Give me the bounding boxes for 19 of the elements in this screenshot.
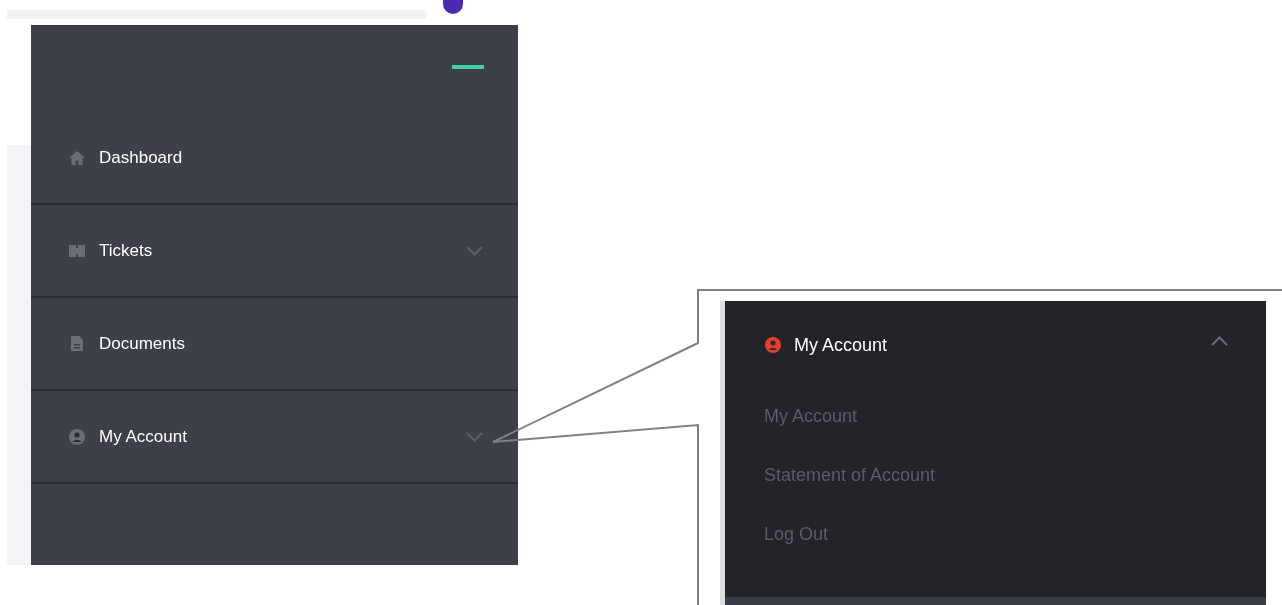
sidebar-item-label: Documents: [99, 332, 186, 355]
sidebar-item[interactable]: Tickets: [31, 205, 518, 298]
callout-heading[interactable]: My Account: [794, 331, 1198, 359]
sidebar-item[interactable]: Documents: [31, 298, 518, 391]
document-icon: [71, 336, 83, 351]
sidebar-item[interactable]: Dashboard: [31, 112, 518, 205]
user-icon: [765, 337, 781, 353]
chevron-up-icon[interactable]: [1211, 336, 1228, 346]
chevron-down-icon[interactable]: [466, 245, 483, 256]
ticket-icon: [69, 244, 85, 257]
user-icon: [69, 428, 85, 445]
chevron-down-icon[interactable]: [466, 431, 483, 442]
sidebar-item[interactable]: My Account: [31, 391, 518, 484]
sidebar-item-label: Dashboard: [99, 146, 184, 169]
home-icon: [69, 150, 85, 165]
menu-toggle[interactable]: [452, 65, 484, 69]
sidebar-item-label: Tickets: [99, 239, 154, 262]
avatar-icon[interactable]: [443, 0, 463, 14]
sidebar-item-label: My Account: [99, 425, 188, 448]
